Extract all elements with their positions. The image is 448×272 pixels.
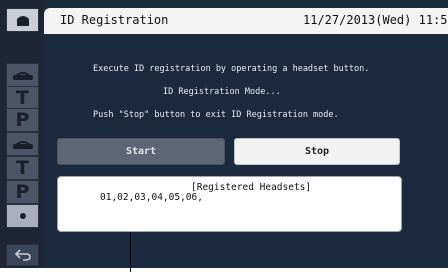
sidebar-item-label: T: [16, 87, 29, 109]
headset-icon: [12, 72, 33, 80]
headset-button-1[interactable]: [6, 63, 39, 87]
stop-button-label: Stop: [304, 146, 330, 157]
sidebar-item-label: P: [15, 181, 30, 203]
back-button[interactable]: [6, 244, 39, 266]
headset-icon: [12, 141, 33, 149]
exit-instruction-text: Push "Stop" button to exit ID Registrati…: [93, 110, 339, 120]
sidebar-item-t-1[interactable]: T: [6, 86, 39, 110]
page-title: ID Registration: [60, 13, 169, 27]
home-button[interactable]: [6, 8, 39, 32]
stop-button[interactable]: Stop: [234, 138, 400, 165]
sidebar-item-p-2[interactable]: P: [6, 180, 39, 204]
sidebar-item-p-1[interactable]: P: [6, 108, 39, 132]
registration-screen: T P T P ID Registration 11/27/2013(Wed) …: [0, 0, 448, 268]
sidebar: T P T P: [0, 0, 44, 268]
back-arrow-icon: [14, 249, 31, 261]
mode-status-text: ID Registration Mode...: [163, 87, 281, 97]
title-bar: ID Registration 11/27/2013(Wed) 11:58: [44, 8, 448, 34]
start-button-label: Start: [125, 146, 157, 157]
headset-button-2[interactable]: [6, 132, 39, 156]
sidebar-item-label: T: [16, 157, 29, 179]
home-icon: [16, 16, 29, 26]
sidebar-item-t-2[interactable]: T: [6, 156, 39, 180]
registered-headsets-list: 01,02,03,04,05,06,: [100, 192, 203, 203]
instruction-text: Execute ID registration by operating a h…: [93, 64, 370, 74]
callout-line: [130, 232, 131, 272]
date-time: 11/27/2013(Wed) 11:58: [303, 13, 448, 27]
sidebar-item-label: P: [15, 109, 30, 131]
registered-headsets-title: [Registered Headsets]: [191, 182, 312, 193]
registered-headsets-panel: [Registered Headsets] 01,02,03,04,05,06,: [57, 176, 402, 232]
start-button[interactable]: Start: [57, 138, 225, 165]
dot-button[interactable]: [6, 204, 39, 228]
dot-icon: [19, 213, 26, 219]
